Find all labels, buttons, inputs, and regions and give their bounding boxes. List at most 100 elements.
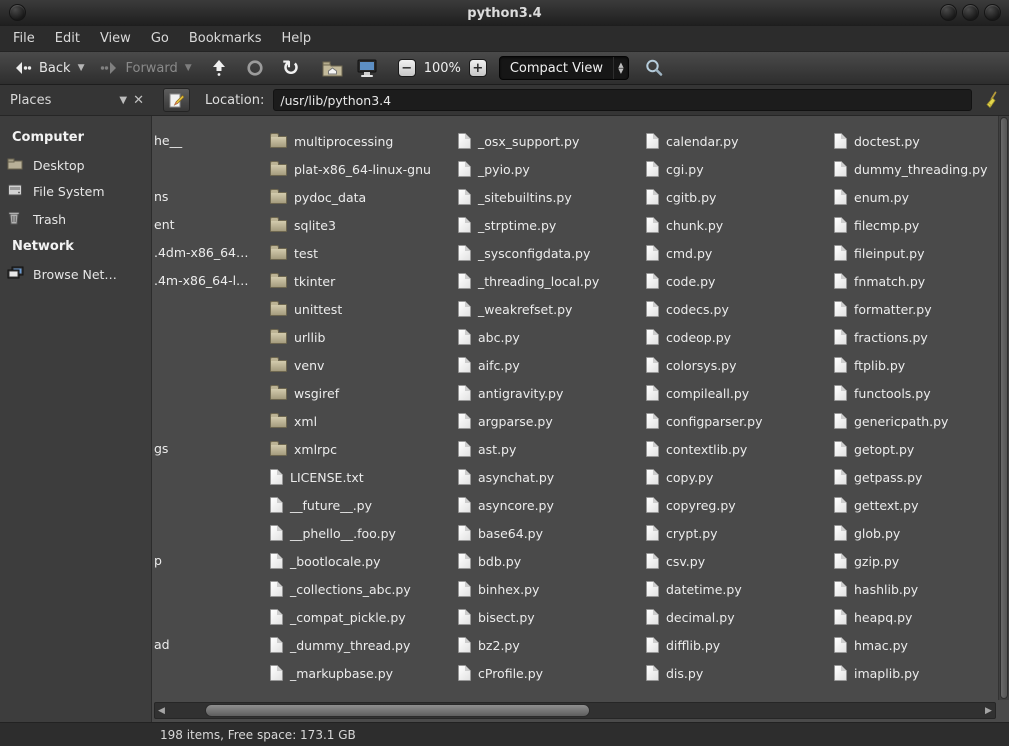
zoom-in-button[interactable]: + <box>469 59 487 77</box>
folder-item[interactable]: plat-x86_64-linux-gnu <box>270 155 456 183</box>
file-item[interactable]: dummy_threading.py <box>834 155 998 183</box>
menu-edit[interactable]: Edit <box>46 28 89 49</box>
folder-item[interactable]: venv <box>270 351 456 379</box>
file-item[interactable]: genericpath.py <box>834 407 998 435</box>
file-item[interactable]: doctest.py <box>834 127 998 155</box>
file-item[interactable]: _osx_support.py <box>458 127 644 155</box>
file-item[interactable]: __phello__.foo.py <box>270 519 456 547</box>
file-item[interactable]: getopt.py <box>834 435 998 463</box>
horizontal-scrollbar[interactable]: ◀ ▶ <box>154 702 996 719</box>
maximize-button[interactable] <box>962 4 979 21</box>
file-item[interactable]: abc.py <box>458 323 644 351</box>
view-mode-select[interactable]: Compact View ▲▼ <box>499 56 629 80</box>
stop-button[interactable] <box>244 57 266 79</box>
edit-location-button[interactable] <box>163 88 190 112</box>
file-item[interactable]: fractions.py <box>834 323 998 351</box>
reload-button[interactable]: ↻ <box>280 57 302 79</box>
file-item[interactable]: bisect.py <box>458 603 644 631</box>
clear-location-button[interactable] <box>978 88 1004 112</box>
file-item[interactable]: crypt.py <box>646 519 832 547</box>
file-item[interactable]: asyncore.py <box>458 491 644 519</box>
folder-item[interactable]: pydoc_data <box>270 183 456 211</box>
file-item[interactable]: codecs.py <box>646 295 832 323</box>
file-item[interactable]: ast.py <box>458 435 644 463</box>
sidebar-item-trash[interactable]: Trash <box>0 205 151 233</box>
file-item[interactable]: bz2.py <box>458 631 644 659</box>
file-item[interactable]: copyreg.py <box>646 491 832 519</box>
file-item[interactable]: asynchat.py <box>458 463 644 491</box>
file-item[interactable]: compileall.py <box>646 379 832 407</box>
folder-item[interactable]: wsgiref <box>270 379 456 407</box>
file-item[interactable]: LICENSE.txt <box>270 463 456 491</box>
search-button[interactable] <box>643 57 665 79</box>
back-history-caret-icon[interactable]: ▼ <box>78 63 85 73</box>
clipped-file-name-fragment[interactable]: ns <box>154 183 168 211</box>
file-item[interactable]: hashlib.py <box>834 575 998 603</box>
file-item[interactable]: cProfile.py <box>458 659 644 687</box>
forward-button[interactable]: Forward ▼ <box>94 55 195 81</box>
sidebar-item-file-system[interactable]: File System <box>0 178 151 205</box>
file-item[interactable]: base64.py <box>458 519 644 547</box>
folder-item[interactable]: multiprocessing <box>270 127 456 155</box>
file-item[interactable]: copy.py <box>646 463 832 491</box>
file-item[interactable]: datetime.py <box>646 575 832 603</box>
clipped-file-name-fragment[interactable]: .4dm-x86_64… <box>154 239 249 267</box>
home-button[interactable] <box>322 57 344 79</box>
file-item[interactable]: heapq.py <box>834 603 998 631</box>
file-item[interactable]: bdb.py <box>458 547 644 575</box>
clipped-file-name-fragment[interactable]: ent <box>154 211 175 239</box>
file-item[interactable]: _sysconfigdata.py <box>458 239 644 267</box>
clipped-file-name-fragment[interactable]: p <box>154 547 162 575</box>
file-item[interactable]: cgi.py <box>646 155 832 183</box>
file-item[interactable]: configparser.py <box>646 407 832 435</box>
menu-go[interactable]: Go <box>142 28 178 49</box>
zoom-out-button[interactable]: − <box>398 59 416 77</box>
folder-item[interactable]: urllib <box>270 323 456 351</box>
file-item[interactable]: __future__.py <box>270 491 456 519</box>
file-item[interactable]: dis.py <box>646 659 832 687</box>
file-item[interactable]: fileinput.py <box>834 239 998 267</box>
file-item[interactable]: aifc.py <box>458 351 644 379</box>
vertical-scrollbar[interactable] <box>998 116 1009 700</box>
places-close-icon[interactable]: ✕ <box>133 93 144 108</box>
folder-item[interactable]: xmlrpc <box>270 435 456 463</box>
file-item[interactable]: fnmatch.py <box>834 267 998 295</box>
file-item[interactable]: filecmp.py <box>834 211 998 239</box>
minimize-button[interactable] <box>940 4 957 21</box>
file-item[interactable]: _markupbase.py <box>270 659 456 687</box>
up-button[interactable] <box>208 57 230 79</box>
horizontal-scrollbar-thumb[interactable] <box>205 704 590 717</box>
forward-history-caret-icon[interactable]: ▼ <box>185 63 192 73</box>
close-button[interactable] <box>984 4 1001 21</box>
folder-item[interactable]: sqlite3 <box>270 211 456 239</box>
folder-item[interactable]: unittest <box>270 295 456 323</box>
file-item[interactable]: _pyio.py <box>458 155 644 183</box>
file-item[interactable]: gettext.py <box>834 491 998 519</box>
scroll-right-arrow-icon[interactable]: ▶ <box>982 703 995 718</box>
file-item[interactable]: imaplib.py <box>834 659 998 687</box>
menu-help[interactable]: Help <box>272 28 320 49</box>
clipped-file-name-fragment[interactable]: gs <box>154 435 168 463</box>
file-item[interactable]: enum.py <box>834 183 998 211</box>
file-item[interactable]: _weakrefset.py <box>458 295 644 323</box>
menu-view[interactable]: View <box>91 28 140 49</box>
sidebar-item-desktop[interactable]: Desktop <box>0 152 151 178</box>
back-button[interactable]: Back ▼ <box>8 55 88 81</box>
file-item[interactable]: formatter.py <box>834 295 998 323</box>
file-pane[interactable]: multiprocessingplat-x86_64-linux-gnupydo… <box>152 116 1009 722</box>
file-item[interactable]: _sitebuiltins.py <box>458 183 644 211</box>
file-item[interactable]: getpass.py <box>834 463 998 491</box>
location-input[interactable] <box>273 89 972 111</box>
file-item[interactable]: functools.py <box>834 379 998 407</box>
desktop-button[interactable] <box>356 57 378 79</box>
menu-file[interactable]: File <box>4 28 44 49</box>
file-item[interactable]: difflib.py <box>646 631 832 659</box>
sidebar-item-browse-net[interactable]: Browse Net… <box>0 261 151 288</box>
file-item[interactable]: cmd.py <box>646 239 832 267</box>
file-item[interactable]: colorsys.py <box>646 351 832 379</box>
scroll-left-arrow-icon[interactable]: ◀ <box>155 703 168 718</box>
file-item[interactable]: _dummy_thread.py <box>270 631 456 659</box>
file-item[interactable]: _bootlocale.py <box>270 547 456 575</box>
file-item[interactable]: ftplib.py <box>834 351 998 379</box>
file-item[interactable]: codeop.py <box>646 323 832 351</box>
